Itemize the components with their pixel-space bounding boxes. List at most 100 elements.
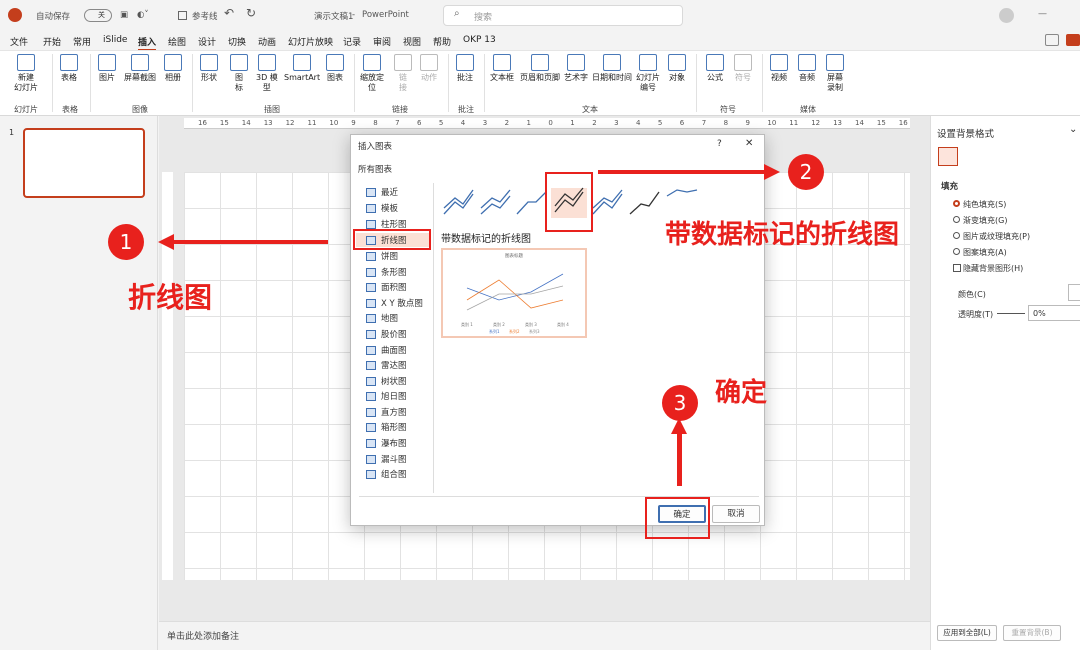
tab-islide[interactable]: iSlide [103, 35, 127, 45]
new-slide-button[interactable]: 新建 幻灯片 [14, 54, 38, 93]
save-icon[interactable]: ▣ [120, 10, 128, 20]
tab-file[interactable]: 文件 [10, 35, 28, 48]
smartart-button[interactable]: SmartArt [284, 54, 320, 83]
map-icon [366, 313, 376, 323]
3d-model-button[interactable]: 3D 模 型 [256, 54, 278, 93]
solid-fill-radio[interactable] [953, 200, 960, 207]
category-pie[interactable]: 饼图 [366, 250, 398, 262]
chevron-down-icon[interactable]: ⌄ [1069, 124, 1077, 135]
category-boxplot[interactable]: 箱形图 [366, 421, 407, 433]
audio-button[interactable]: 音频 [798, 54, 816, 83]
gradient-fill-radio[interactable] [953, 216, 960, 223]
tab-record[interactable]: 记录 [343, 35, 361, 48]
all-charts-tab[interactable]: 所有图表 [358, 163, 392, 175]
comments-icon[interactable] [1045, 34, 1059, 46]
category-map[interactable]: 地图 [366, 312, 398, 324]
comment-button[interactable]: 批注 [456, 54, 474, 83]
slide-thumbnail[interactable] [23, 128, 145, 198]
datetime-button[interactable]: 日期和时间 [592, 54, 632, 83]
close-icon[interactable]: ✕ [745, 138, 753, 149]
category-histogram[interactable]: 直方图 [366, 406, 407, 418]
object-button[interactable]: 对象 [668, 54, 686, 83]
action-button[interactable]: 动作 [420, 54, 438, 83]
cancel-button[interactable]: 取消 [712, 505, 760, 523]
slide-number-button[interactable]: 幻灯片 编号 [636, 54, 660, 93]
undo-icon[interactable]: ↶ [224, 6, 234, 20]
tab-view[interactable]: 视图 [403, 35, 421, 48]
guides-checkbox[interactable] [178, 11, 187, 20]
category-treemap[interactable]: 树状图 [366, 375, 407, 387]
pattern-fill-radio[interactable] [953, 248, 960, 255]
redo-icon[interactable]: ↻ [246, 6, 256, 20]
minimize-icon[interactable]: — [1038, 9, 1047, 19]
picture-fill-radio[interactable] [953, 232, 960, 239]
tab-slideshow[interactable]: 幻灯片放映 [288, 35, 333, 48]
avatar[interactable] [999, 8, 1014, 23]
paint-bucket-icon[interactable] [938, 147, 958, 166]
line-subtype-6[interactable] [629, 191, 660, 215]
reset-background-button[interactable]: 重置背景(B) [1003, 625, 1061, 641]
tab-transitions[interactable]: 切换 [228, 35, 246, 48]
table-button[interactable]: 表格 [60, 54, 78, 83]
tab-okp[interactable]: OKP 13 [463, 35, 496, 45]
video-button[interactable]: 视频 [770, 54, 788, 83]
category-bar[interactable]: 条形图 [366, 266, 407, 278]
category-radar[interactable]: 雷达图 [366, 359, 407, 371]
category-template[interactable]: 模板 [366, 202, 398, 214]
screenshot-button[interactable]: 屏幕截图 [124, 54, 156, 83]
help-button[interactable]: ? [717, 139, 722, 149]
tab-insert[interactable]: 插入 [138, 35, 157, 51]
screen-record-button[interactable]: 屏幕 录制 [826, 54, 844, 93]
tab-design[interactable]: 设计 [198, 35, 216, 48]
zoom-button[interactable]: 缩放定 位 [360, 54, 384, 93]
line-subtype-3[interactable] [516, 191, 547, 215]
option-label: 纯色填充(S) [963, 200, 1007, 209]
tab-common[interactable]: 常用 [73, 35, 91, 48]
ruler-tick: 10 [767, 119, 777, 127]
line-subtype-1[interactable] [443, 189, 474, 215]
notes-pane[interactable]: 单击此处添加备注 [159, 621, 930, 650]
header-footer-label: 页眉和页脚 [520, 73, 560, 82]
category-sunburst[interactable]: 旭日图 [366, 390, 407, 402]
category-scatter[interactable]: X Y 散点图 [366, 297, 423, 309]
customize-icon[interactable]: ◐˅ [137, 10, 149, 20]
album-button[interactable]: 相册 [164, 54, 182, 83]
color-picker[interactable] [1068, 284, 1080, 301]
category-label: 旭日图 [381, 392, 407, 402]
funnel-icon [366, 454, 376, 464]
icons-button[interactable]: 图 标 [230, 54, 248, 93]
search-input[interactable]: 搜索 [443, 5, 683, 26]
share-icon[interactable] [1066, 34, 1080, 46]
apply-all-button[interactable]: 应用到全部(L) [937, 625, 997, 641]
header-footer-button[interactable]: 页眉和页脚 [520, 54, 560, 83]
line-subtype-2[interactable] [480, 189, 511, 215]
picture-button[interactable]: 图片 [98, 54, 116, 83]
link-button[interactable]: 链 接 [394, 54, 412, 93]
tab-animations[interactable]: 动画 [258, 35, 276, 48]
category-stock[interactable]: 股价图 [366, 328, 407, 340]
chart-button[interactable]: 图表 [326, 54, 344, 83]
category-waterfall[interactable]: 瀑布图 [366, 437, 407, 449]
symbol-button[interactable]: 符号 [734, 54, 752, 83]
fill-section[interactable]: 填充 [941, 180, 958, 192]
tab-draw[interactable]: 绘图 [168, 35, 186, 48]
transparency-slider[interactable] [997, 313, 1025, 314]
line-subtype-5[interactable] [592, 189, 623, 215]
wordart-button[interactable]: 艺术字 [564, 54, 588, 83]
transparency-input[interactable]: 0% [1028, 305, 1080, 321]
category-area[interactable]: 面积图 [366, 281, 407, 293]
hide-graphics-checkbox[interactable] [953, 264, 961, 272]
tab-review[interactable]: 审阅 [373, 35, 391, 48]
textbox-button[interactable]: 文本框 [490, 54, 514, 83]
category-surface[interactable]: 曲面图 [366, 344, 407, 356]
category-funnel[interactable]: 漏斗图 [366, 453, 407, 465]
tab-home[interactable]: 开始 [43, 35, 61, 48]
line-subtype-7[interactable] [666, 189, 698, 197]
autosave-toggle[interactable]: 关 [84, 9, 112, 22]
category-recent[interactable]: 最近 [366, 186, 398, 198]
equation-button[interactable]: 公式 [706, 54, 724, 83]
category-combo[interactable]: 组合图 [366, 468, 407, 480]
chart-preview[interactable]: 图表标题 类别 1 类别 2 类别 3 类别 4 系列1 系列2 系列3 [441, 248, 587, 338]
tab-help[interactable]: 帮助 [433, 35, 451, 48]
shapes-button[interactable]: 形状 [200, 54, 218, 83]
